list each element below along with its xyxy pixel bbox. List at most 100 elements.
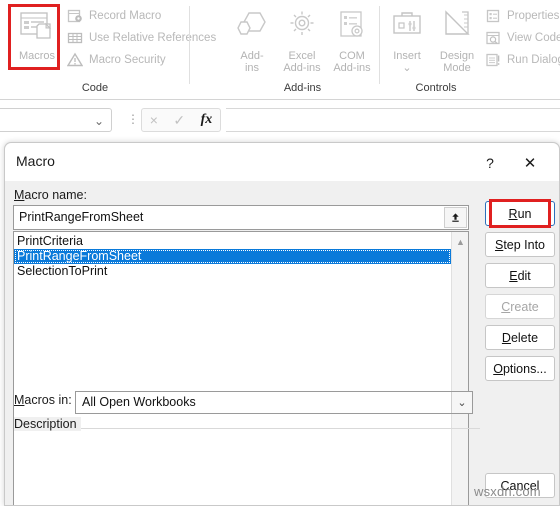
insert-function-icon[interactable]: fx <box>201 112 213 128</box>
run-button[interactable]: Run <box>485 201 555 226</box>
ribbon-button-com-addins[interactable]: COM Add-ins <box>327 8 377 74</box>
ribbon-button-excel-addins-label-1: Excel <box>288 50 316 62</box>
description-divider <box>14 428 480 429</box>
com-addins-icon <box>327 8 377 48</box>
excel-developer-macro-dialog-screen: Macros Record Macro Use Relative Referen… <box>0 0 560 506</box>
name-box-chevron-icon[interactable]: ⌄ <box>94 114 104 128</box>
scroll-up-icon[interactable]: ▲ <box>452 233 469 250</box>
formula-bar-actions: × ✓ fx <box>141 108 221 132</box>
ribbon-button-properties-label: Properties <box>507 10 560 22</box>
step-into-button-accel: S <box>494 237 504 252</box>
record-macro-icon <box>66 7 84 25</box>
ribbon-button-insert-control[interactable]: Insert ⌄ <box>382 8 432 74</box>
macro-listbox[interactable]: PrintCriteria PrintRangeFromSheet Select… <box>13 231 469 506</box>
ribbon-button-insert-control-label: Insert <box>393 50 421 62</box>
macros-in-label-rest: acros in: <box>24 393 72 407</box>
ribbon-button-macro-security[interactable]: Macro Security <box>66 49 166 71</box>
ribbon-group-code-label: Code <box>81 82 109 94</box>
insert-control-icon <box>382 8 432 48</box>
ribbon-separator-code <box>189 6 190 84</box>
step-into-button-label: tep Into <box>503 237 546 252</box>
ribbon-button-view-code[interactable]: View Code <box>484 27 560 49</box>
ribbon-button-properties[interactable]: Properties <box>484 5 559 27</box>
list-item[interactable]: PrintCriteria <box>14 234 451 249</box>
ribbon-button-com-addins-label-1: COM <box>339 50 365 62</box>
ribbon-button-excel-addins[interactable]: Excel Add-ins <box>277 8 327 74</box>
ribbon-button-visual-basic-partial[interactable]: Macros <box>0 8 12 62</box>
ribbon-button-design-mode-label-1: Design <box>439 50 475 62</box>
accept-entry-icon[interactable]: ✓ <box>173 112 185 129</box>
run-dialog-icon <box>484 51 502 69</box>
excel-addins-icon <box>277 8 327 48</box>
formula-bar-expand-dots-icon[interactable]: ⋮ <box>127 112 139 126</box>
delete-button-accel: D <box>501 330 511 345</box>
macro-dialog-titlebar: Macro ? ✕ <box>5 143 559 181</box>
create-button-accel: C <box>501 299 511 314</box>
macros-in-label-accel: M <box>14 393 25 407</box>
macro-dialog-title: Macro <box>16 153 55 169</box>
ribbon-button-macros[interactable]: Macros <box>12 8 62 62</box>
macros-in-dropdown[interactable]: All Open Workbooks ⌄ <box>75 391 473 414</box>
cancel-button[interactable]: Cancel <box>485 473 555 498</box>
ribbon-button-record-macro[interactable]: Record Macro <box>66 5 161 27</box>
ribbon-button-com-addins-label-2: Add-ins <box>333 62 371 74</box>
ribbon-group-controls-label: Controls <box>415 82 457 94</box>
ribbon-button-use-relative-references[interactable]: Use Relative References <box>66 27 216 49</box>
visual-basic-icon <box>0 8 12 48</box>
macro-name-label: Macro name: <box>14 188 87 202</box>
macro-name-label-rest: acro name: <box>24 188 87 202</box>
run-button-accel: R <box>508 206 518 221</box>
ribbon-button-addins-label-2: ins <box>244 62 260 74</box>
cancel-entry-icon[interactable]: × <box>150 112 158 128</box>
description-label: Description <box>14 417 81 431</box>
macro-name-input[interactable]: PrintRangeFromSheet <box>13 205 469 230</box>
scroll-down-icon[interactable]: ▼ <box>452 500 469 506</box>
upload-icon[interactable] <box>444 207 467 228</box>
help-icon[interactable]: ? <box>477 151 503 175</box>
ribbon-button-addins-label-1: Add- <box>240 50 264 62</box>
macro-listbox-scrollbar[interactable]: ▲ ▼ <box>451 232 469 506</box>
macros-in-label: Macros in: <box>14 393 72 407</box>
delete-button[interactable]: Delete <box>485 325 555 350</box>
macro-dialog: Macro ? ✕ Macro name: PrintRangeFromShee… <box>4 142 560 506</box>
list-item[interactable]: SelectionToPrint <box>14 264 451 279</box>
design-mode-icon <box>432 8 482 48</box>
addins-icon <box>227 8 277 48</box>
list-item[interactable]: PrintRangeFromSheet <box>14 249 451 264</box>
macro-name-label-accel: M <box>14 188 25 202</box>
ribbon-button-design-mode[interactable]: Design Mode <box>432 8 482 74</box>
ribbon-button-design-mode-label-2: Mode <box>443 62 471 74</box>
edit-button-label: dit <box>517 268 531 283</box>
ribbon-button-record-macro-label: Record Macro <box>89 10 162 22</box>
macro-security-icon <box>66 51 84 69</box>
ribbon-button-use-relative-references-label: Use Relative References <box>89 32 217 44</box>
run-button-label: un <box>517 206 532 221</box>
step-into-button[interactable]: Step Into <box>485 232 555 257</box>
formula-input[interactable] <box>226 108 560 132</box>
ribbon-button-view-code-label: View Code <box>507 32 560 44</box>
relative-references-icon <box>66 29 84 47</box>
options-button[interactable]: Options... <box>485 356 555 381</box>
ribbon-developer-tab: Macros Record Macro Use Relative Referen… <box>0 0 560 100</box>
edit-button-accel: E <box>509 268 518 283</box>
delete-button-label: elete <box>510 330 539 345</box>
view-code-icon <box>484 29 502 47</box>
ribbon-button-run-dialog-label: Run Dialog <box>507 54 560 66</box>
edit-button[interactable]: Edit <box>485 263 555 288</box>
ribbon-button-run-dialog[interactable]: Run Dialog <box>484 49 560 71</box>
ribbon-button-addins[interactable]: Add- ins <box>227 8 277 74</box>
close-icon[interactable]: ✕ <box>517 151 543 175</box>
chevron-down-icon[interactable]: ⌄ <box>451 392 472 413</box>
ribbon-button-excel-addins-label-2: Add-ins <box>283 62 321 74</box>
formula-bar: ⌄ ⋮ × ✓ fx <box>0 100 560 140</box>
ribbon-button-macro-security-label: Macro Security <box>89 54 166 66</box>
options-button-accel: O <box>493 361 503 376</box>
create-button: Create <box>485 294 555 319</box>
macros-in-value: All Open Workbooks <box>82 395 196 409</box>
ribbon-group-controls: Insert ⌄ Design Mode Properties View Cod… <box>382 0 560 100</box>
options-button-label: ptions... <box>502 361 547 376</box>
chevron-down-icon[interactable]: ⌄ <box>382 62 432 74</box>
ribbon-group-code: Macros Record Macro Use Relative Referen… <box>0 0 216 100</box>
macro-listbox-items: PrintCriteria PrintRangeFromSheet Select… <box>14 232 451 505</box>
name-box[interactable]: ⌄ <box>0 108 112 132</box>
